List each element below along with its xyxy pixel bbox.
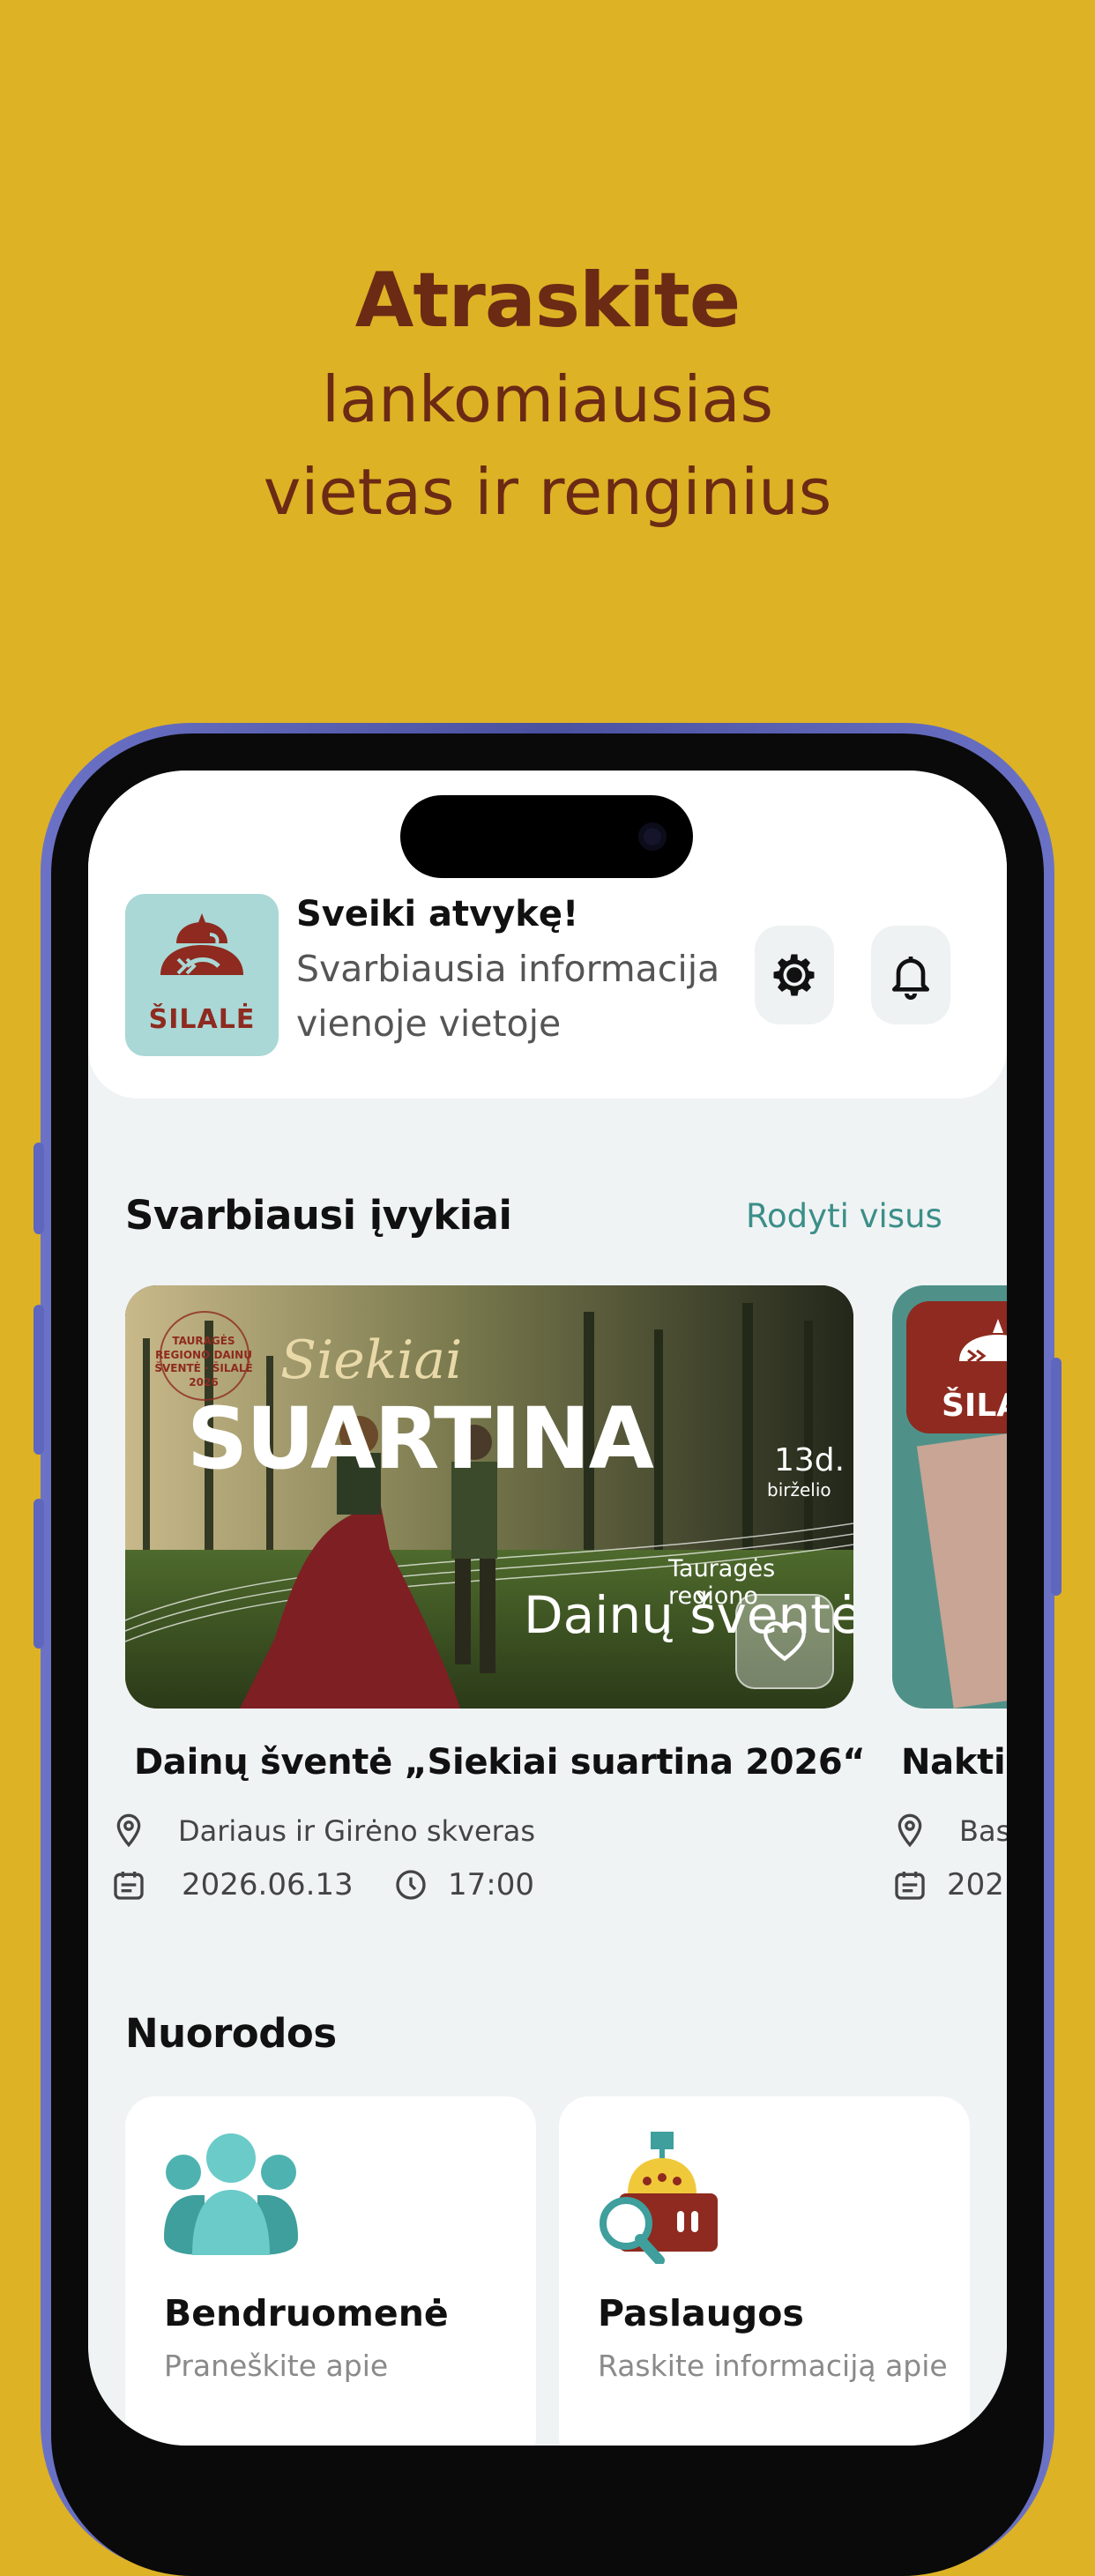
gear-icon — [773, 954, 815, 996]
notifications-button[interactable] — [871, 926, 950, 1024]
next-event-location: Basa — [898, 1813, 1007, 1848]
tile-services-desc: Raskite informaciją apie — [598, 2349, 948, 2383]
poster-script: Siekiai — [280, 1329, 463, 1391]
next-poster-photo — [916, 1426, 1007, 1709]
favorite-button[interactable] — [735, 1594, 834, 1689]
next-event-card-image[interactable]: ŠILA — [892, 1285, 1007, 1709]
greeting-subtitle: Svarbiausia informacija vienoje vietoje — [296, 948, 720, 1045]
dynamic-island — [400, 795, 693, 878]
event-location: Dariaus ir Girėno skveras — [116, 1813, 536, 1848]
event-location-text: Dariaus ir Girėno skveras — [178, 1814, 536, 1848]
greeting-title: Sveiki atvykę! — [296, 894, 579, 934]
poster-badge: TAURAGĖS REGIONO DAINŲ ŠVENTĖ · ŠILALĖ 2… — [154, 1335, 253, 1389]
app-logo[interactable]: ŠILALĖ — [125, 894, 279, 1056]
event-date-text: 2026.06.13 — [182, 1867, 354, 1902]
phone-action-button — [34, 1143, 44, 1234]
silale-emblem-icon — [160, 913, 243, 975]
next-poster-text: ŠILA — [942, 1388, 1007, 1424]
promo-line2: vietas ir renginius — [263, 454, 832, 529]
event-date: 2026.06.13 — [114, 1867, 354, 1902]
phone-power-button — [1051, 1358, 1061, 1596]
event-time-text: 17:00 — [448, 1867, 534, 1902]
calendar-icon — [114, 1872, 144, 1900]
poster-day: 13d. — [774, 1442, 845, 1478]
bell-icon — [892, 957, 929, 1000]
calendar-icon — [895, 1872, 925, 1900]
event-time: 17:00 — [396, 1867, 534, 1902]
tile-community-desc: Praneškite apie — [164, 2349, 389, 2383]
phone-volume-down — [34, 1499, 44, 1649]
poster-title: SUARTINA — [187, 1389, 654, 1488]
next-event-title[interactable]: Naktis — [901, 1742, 1007, 1783]
camera-icon — [638, 823, 667, 851]
logo-text: ŠILALĖ — [148, 1004, 256, 1035]
event-title[interactable]: Dainų šventė „Siekiai suartina 2026“ — [134, 1742, 866, 1783]
promo-line1: lankomiausias — [322, 362, 773, 437]
greeting-block: Sveiki atvykę! Svarbiausia informacija v… — [296, 894, 755, 1051]
community-icon — [164, 2133, 298, 2255]
services-icon — [600, 2132, 718, 2264]
silale-emblem-icon — [959, 1319, 1007, 1363]
tile-services[interactable]: Paslaugos Raskite informaciją apie — [559, 2096, 970, 2446]
promo-headline: Atraskite lankomiausias vietas ir rengin… — [0, 256, 1095, 538]
tile-community[interactable]: Bendruomenė Praneškite apie — [125, 2096, 536, 2446]
poster-month: birželio — [767, 1479, 831, 1500]
heart-icon — [764, 1621, 806, 1662]
location-pin-icon — [116, 1813, 141, 1848]
app-screen: ŠILALĖ Sveiki atvykę! Svarbiausia inform… — [88, 771, 1007, 2446]
location-pin-icon — [898, 1813, 922, 1848]
settings-button[interactable] — [755, 926, 834, 1024]
event-card-image[interactable]: TAURAGĖS REGIONO DAINŲ ŠVENTĖ · ŠILALĖ 2… — [125, 1285, 853, 1709]
events-section-title: Svarbiausi įvykiai — [125, 1192, 512, 1239]
next-event-location-text: Basa — [959, 1814, 1007, 1848]
next-event-date-text: 202 — [947, 1867, 1004, 1902]
show-all-link[interactable]: Rodyti visus — [746, 1197, 942, 1235]
links-section-title: Nuorodos — [125, 2010, 337, 2057]
next-event-date: 202 — [895, 1867, 1004, 1902]
promo-title: Atraskite — [354, 257, 741, 345]
tile-services-name: Paslaugos — [598, 2292, 804, 2334]
phone-volume-up — [34, 1305, 44, 1455]
next-poster-logo: ŠILA — [906, 1301, 1007, 1433]
tile-community-name: Bendruomenė — [164, 2292, 449, 2334]
clock-icon — [396, 1870, 426, 1900]
